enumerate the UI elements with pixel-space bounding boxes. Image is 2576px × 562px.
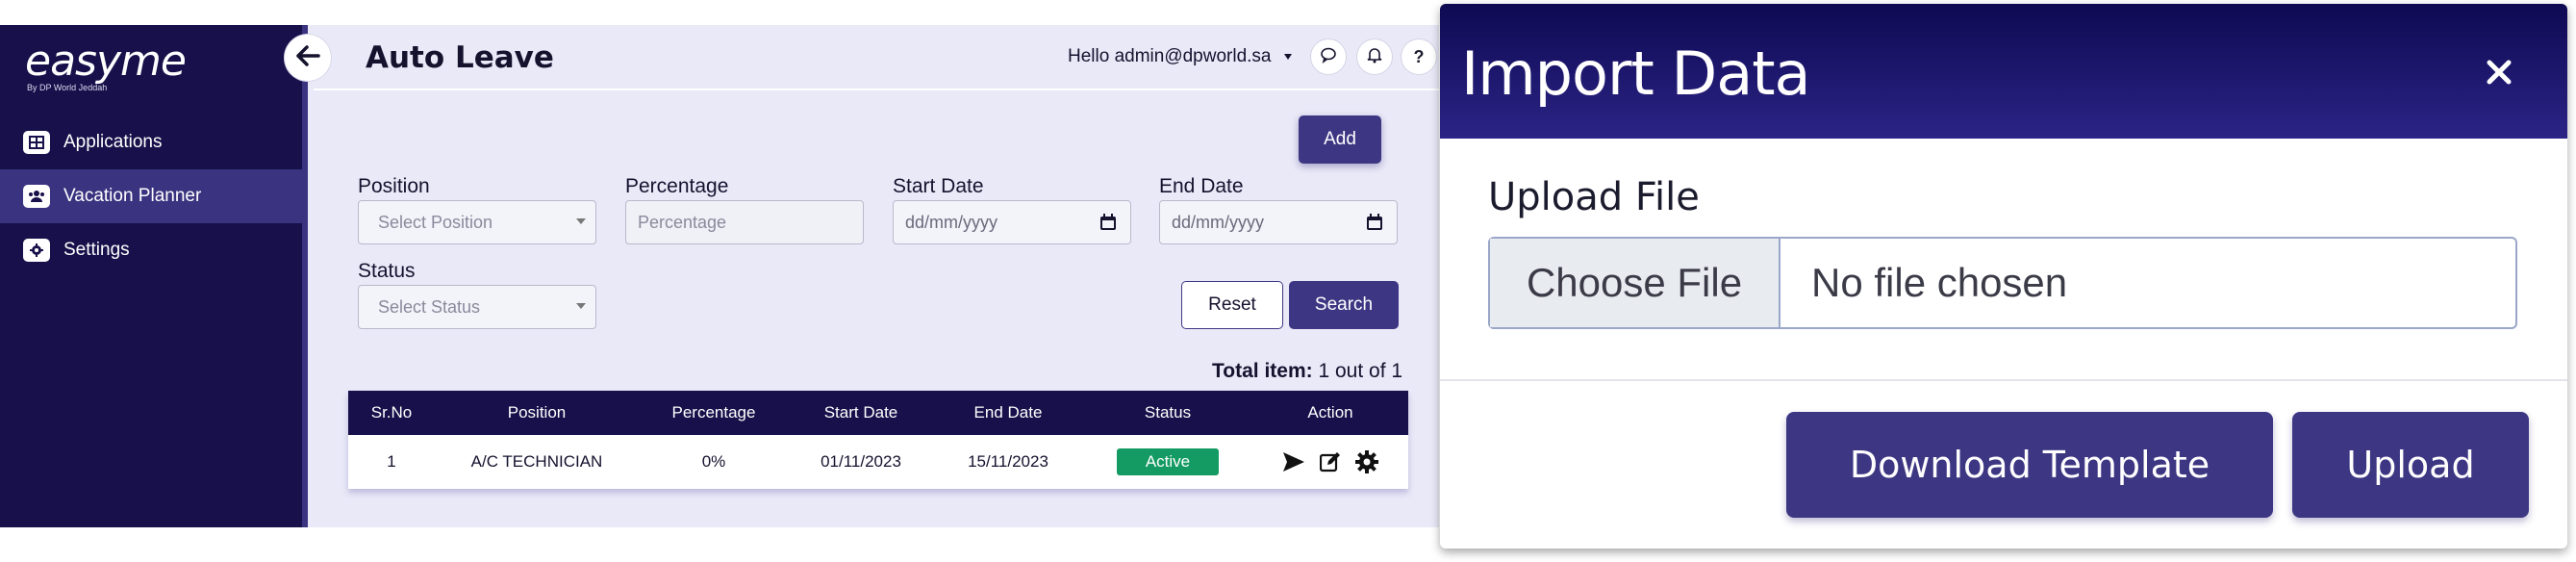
cell-actions — [1252, 449, 1408, 474]
caret-down-icon — [576, 218, 586, 224]
notifications-button[interactable] — [1356, 38, 1393, 75]
percentage-label: Percentage — [625, 175, 729, 197]
help-button[interactable]: ? — [1401, 38, 1437, 75]
sidebar-item-settings[interactable]: Settings — [0, 223, 302, 277]
modal-header: Import Data — [1440, 4, 2567, 139]
arrow-left-icon — [295, 44, 320, 71]
edit-icon[interactable] — [1318, 449, 1343, 474]
gear-icon — [23, 239, 50, 262]
sidebar: easyme By DP World Jeddah Applications V… — [0, 25, 308, 527]
status-badge: Active — [1117, 448, 1219, 475]
end-date-label: End Date — [1159, 175, 1244, 197]
cell-position: A/C TECHNICIAN — [470, 452, 603, 471]
percentage-input[interactable]: Percentage — [625, 200, 864, 244]
column-header: Sr.No — [370, 403, 413, 422]
calendar-icon[interactable] — [1099, 214, 1117, 236]
column-header: Start Date — [823, 403, 898, 422]
add-button[interactable]: Add — [1299, 115, 1381, 164]
status-placeholder: Select Status — [378, 296, 481, 317]
sidebar-item-vacation-planner[interactable]: Vacation Planner — [0, 169, 302, 223]
user-greeting: Hello admin@dpworld.sa — [1068, 46, 1272, 66]
status-select[interactable]: Select Status — [358, 285, 596, 329]
reset-button[interactable]: Reset — [1181, 281, 1283, 329]
column-header: Position — [507, 403, 567, 422]
modal-title: Import Data — [1461, 38, 1811, 109]
bell-icon — [1367, 46, 1382, 68]
chat-bubble-icon — [1320, 46, 1337, 68]
start-date-label: Start Date — [893, 175, 984, 197]
users-icon — [23, 185, 50, 208]
question-icon: ? — [1413, 46, 1425, 66]
file-input[interactable]: Choose File No file chosen — [1488, 237, 2517, 329]
page-title: Auto Leave — [366, 40, 554, 75]
position-label: Position — [358, 175, 430, 197]
results-table: Sr.No Position Percentage Start Date End… — [348, 391, 1408, 489]
end-date-placeholder: dd/mm/yyyy — [1172, 212, 1265, 232]
upload-button[interactable]: Upload — [2292, 412, 2529, 518]
cell-sr-no: 1 — [387, 452, 396, 471]
sidebar-item-applications[interactable]: Applications — [0, 115, 302, 169]
caret-down-icon — [1283, 53, 1292, 60]
end-date-input[interactable]: dd/mm/yyyy — [1159, 200, 1398, 244]
settings-gear-icon[interactable] — [1354, 449, 1379, 474]
sidebar-item-label: Settings — [63, 240, 130, 260]
percentage-placeholder: Percentage — [638, 212, 727, 232]
table-row: 1 A/C TECHNICIAN 0% 01/11/2023 15/11/202… — [348, 435, 1408, 489]
calendar-icon[interactable] — [1366, 214, 1383, 236]
import-data-modal: Import Data Upload File Choose File No f… — [1440, 4, 2567, 549]
cell-start-date: 01/11/2023 — [821, 452, 901, 471]
caret-down-icon — [576, 303, 586, 309]
chat-button[interactable] — [1310, 38, 1347, 75]
upload-file-label: Upload File — [1488, 175, 1700, 219]
send-icon[interactable] — [1281, 449, 1306, 474]
user-menu[interactable]: Hello admin@dpworld.sa — [1068, 46, 1292, 67]
position-placeholder: Select Position — [378, 212, 493, 232]
column-header: End Date — [973, 403, 1043, 422]
start-date-placeholder: dd/mm/yyyy — [905, 212, 998, 232]
total-label: Total item: — [1212, 360, 1313, 382]
table-header: Sr.No Position Percentage Start Date End… — [348, 391, 1408, 435]
top-bar: Auto Leave Hello admin@dpworld.sa ? — [314, 25, 1439, 90]
close-button[interactable] — [2477, 52, 2521, 96]
close-icon — [2486, 59, 2513, 90]
position-select[interactable]: Select Position — [358, 200, 596, 244]
cell-status: Active — [1083, 448, 1252, 475]
sidebar-nav: Applications Vacation Planner Settings — [0, 115, 302, 277]
download-template-button[interactable]: Download Template — [1786, 412, 2273, 518]
app-window: easyme By DP World Jeddah Applications V… — [0, 25, 1439, 527]
brand-name: easyme — [25, 37, 187, 86]
start-date-input[interactable]: dd/mm/yyyy — [893, 200, 1131, 244]
column-header: Percentage — [671, 403, 756, 422]
search-button[interactable]: Search — [1289, 281, 1399, 329]
modal-divider — [1440, 379, 2567, 381]
grid-icon — [23, 131, 50, 154]
column-header: Status — [1144, 403, 1192, 422]
cell-percentage: 0% — [701, 452, 726, 471]
file-status: No file chosen — [1811, 260, 2068, 305]
total-value: 1 out of 1 — [1318, 360, 1403, 382]
choose-file-button[interactable]: Choose File — [1490, 239, 1780, 327]
collapse-sidebar-button[interactable] — [285, 35, 331, 81]
status-label: Status — [358, 260, 416, 282]
column-header: Action — [1307, 403, 1353, 422]
sidebar-item-label: Applications — [63, 132, 163, 152]
sidebar-item-label: Vacation Planner — [63, 186, 202, 206]
brand-logo: easyme By DP World Jeddah — [25, 37, 187, 93]
total-items: Total item: 1 out of 1 — [1212, 360, 1402, 383]
cell-end-date: 15/11/2023 — [968, 452, 1048, 471]
